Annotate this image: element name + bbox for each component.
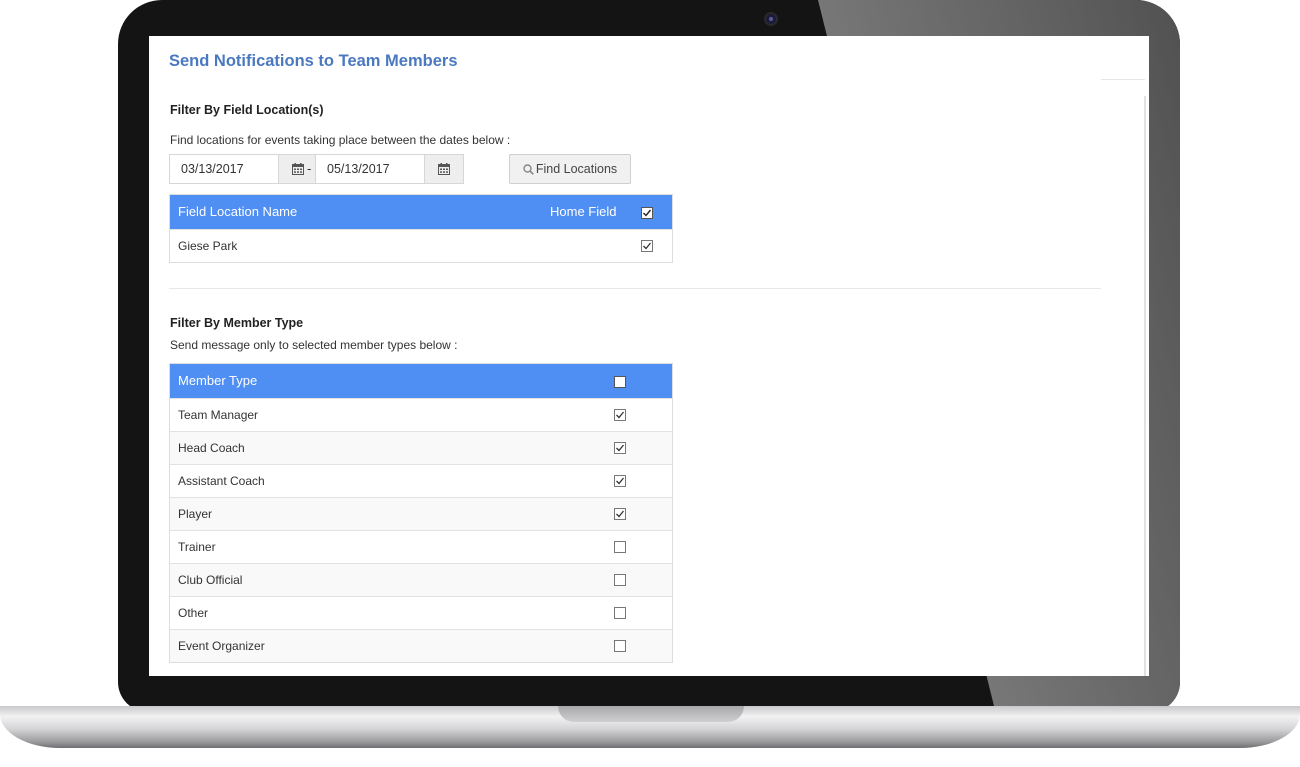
member-type-checkbox[interactable] (614, 475, 626, 487)
location-filter-description: Find locations for events taking place b… (170, 133, 511, 147)
search-icon (523, 163, 534, 175)
checkmark-icon (616, 510, 625, 518)
location-checkbox[interactable] (641, 240, 653, 252)
section-divider (169, 288, 1101, 289)
col-home-field: Home Field (550, 204, 617, 219)
member-type-row: Trainer (170, 530, 672, 563)
calendar-icon (438, 163, 450, 175)
member-type-row-label: Head Coach (178, 441, 245, 455)
header-divider (1101, 79, 1145, 80)
checkmark-icon (616, 477, 625, 485)
member-type-row: Event Organizer (170, 629, 672, 662)
checkmark-icon (616, 411, 625, 419)
member-filter-title: Filter By Member Type (170, 316, 304, 330)
member-type-row: Team Manager (170, 398, 672, 431)
find-locations-label: Find Locations (535, 162, 618, 176)
member-type-row-label: Event Organizer (178, 639, 265, 653)
member-type-row: Head Coach (170, 431, 672, 464)
member-type-checkbox[interactable] (614, 508, 626, 520)
field-location-table-header: Field Location Name Home Field (170, 195, 672, 229)
member-type-checkbox[interactable] (614, 541, 626, 553)
start-date-input[interactable]: 03/13/2017 (169, 154, 278, 184)
member-type-checkbox[interactable] (614, 442, 626, 454)
member-type-table-header: Member Type (170, 364, 672, 398)
laptop-notch (558, 706, 744, 722)
end-date-picker: 05/13/2017 (315, 154, 464, 184)
location-row: Giese Park (170, 229, 672, 262)
select-all-locations-checkbox[interactable] (641, 207, 653, 219)
end-date-input[interactable]: 05/13/2017 (315, 154, 424, 184)
member-type-row: Other (170, 596, 672, 629)
page-title: Send Notifications to Team Members (169, 52, 458, 70)
member-type-row-label: Other (178, 606, 209, 620)
col-member-type: Member Type (178, 373, 258, 388)
checkmark-icon (643, 209, 652, 217)
checkmark-icon (616, 444, 625, 452)
app-screen: Send Notifications to Team Members Filte… (149, 36, 1149, 676)
start-date-picker: 03/13/2017 (169, 154, 318, 184)
member-type-checkbox[interactable] (614, 607, 626, 619)
member-type-row-label: Player (178, 507, 213, 521)
member-type-row-label: Team Manager (178, 408, 259, 422)
member-type-row-label: Trainer (178, 540, 216, 554)
member-type-table: Member Type Team Manager Head Coach Assist… (169, 363, 673, 663)
location-filter-title: Filter By Field Location(s) (170, 103, 324, 117)
checkmark-icon (643, 242, 652, 250)
location-row-label: Giese Park (178, 239, 238, 253)
member-type-row: Player (170, 497, 672, 530)
field-location-table: Field Location Name Home Field Giese Par… (169, 194, 673, 263)
col-field-location-name: Field Location Name (178, 204, 298, 219)
date-range-separator: - (307, 161, 312, 176)
end-date-calendar-button[interactable] (424, 154, 464, 184)
find-locations-button[interactable]: Find Locations (509, 154, 631, 184)
calendar-icon (292, 163, 304, 175)
member-type-row-label: Assistant Coach (178, 474, 265, 488)
webcam (764, 12, 778, 26)
member-type-checkbox[interactable] (614, 409, 626, 421)
scrollbar[interactable] (1144, 96, 1146, 676)
member-type-row-label: Club Official (178, 573, 243, 587)
member-type-row: Club Official (170, 563, 672, 596)
member-type-checkbox[interactable] (614, 574, 626, 586)
member-type-checkbox[interactable] (614, 640, 626, 652)
select-all-member-types-checkbox[interactable] (614, 376, 626, 388)
member-filter-description: Send message only to selected member typ… (170, 338, 458, 352)
start-date-calendar-button[interactable] (278, 154, 318, 184)
member-type-row: Assistant Coach (170, 464, 672, 497)
